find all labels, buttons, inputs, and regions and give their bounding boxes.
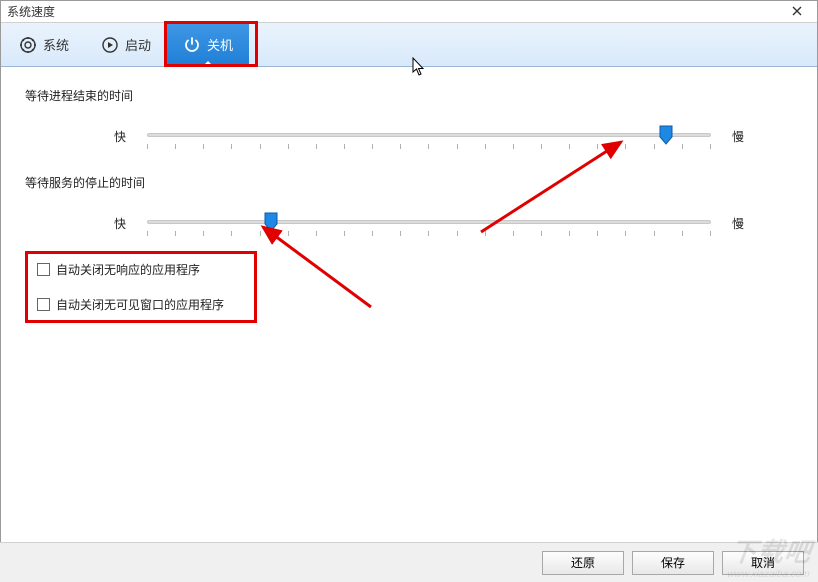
play-circle-icon xyxy=(101,36,119,54)
slider-service-wait: 快 慢 xyxy=(25,213,793,233)
tab-system[interactable]: 系统 xyxy=(3,23,85,66)
checkbox-close-no-window-label: 自动关闭无可见窗口的应用程序 xyxy=(56,296,224,313)
tab-startup-label: 启动 xyxy=(125,35,151,54)
restore-button[interactable]: 还原 xyxy=(542,551,624,575)
tab-system-label: 系统 xyxy=(43,35,69,54)
checkbox-section: 自动关闭无响应的应用程序 自动关闭无可见窗口的应用程序 xyxy=(25,261,793,313)
checkbox-close-no-window[interactable]: 自动关闭无可见窗口的应用程序 xyxy=(25,296,793,313)
checkbox-close-unresponsive[interactable]: 自动关闭无响应的应用程序 xyxy=(25,261,793,278)
titlebar: 系统速度 xyxy=(1,1,817,23)
checkbox-icon xyxy=(37,298,50,311)
watermark: 下载吧 www.xiazaiba.com xyxy=(726,532,815,580)
tab-shutdown-label: 关机 xyxy=(207,35,233,54)
gear-icon xyxy=(19,36,37,54)
checkbox-icon xyxy=(37,263,50,276)
group-process-wait-title: 等待进程结束的时间 xyxy=(25,87,793,104)
slider-slow-label: 慢 xyxy=(723,128,753,145)
slider-process-thumb[interactable] xyxy=(659,125,673,145)
save-button[interactable]: 保存 xyxy=(632,551,714,575)
checkbox-close-unresponsive-label: 自动关闭无响应的应用程序 xyxy=(56,261,200,278)
restore-button-label: 还原 xyxy=(571,554,595,571)
close-icon xyxy=(792,6,802,16)
window-title: 系统速度 xyxy=(7,3,55,20)
slider-process-track[interactable] xyxy=(147,126,711,146)
tab-shutdown[interactable]: 关机 xyxy=(167,23,249,66)
slider-fast-label-2: 快 xyxy=(105,215,135,232)
group-service-wait-title: 等待服务的停止的时间 xyxy=(25,174,793,191)
save-button-label: 保存 xyxy=(661,554,685,571)
slider-service-track[interactable] xyxy=(147,213,711,233)
power-icon xyxy=(183,36,201,54)
button-bar: 还原 保存 取消 xyxy=(0,542,818,582)
close-button[interactable] xyxy=(783,1,811,21)
slider-service-thumb[interactable] xyxy=(264,212,278,232)
slider-slow-label-2: 慢 xyxy=(723,215,753,232)
tab-startup[interactable]: 启动 xyxy=(85,23,167,66)
slider-process-wait: 快 慢 xyxy=(25,126,793,146)
tab-bar: 系统 启动 关机 xyxy=(1,23,817,67)
slider-fast-label: 快 xyxy=(105,128,135,145)
